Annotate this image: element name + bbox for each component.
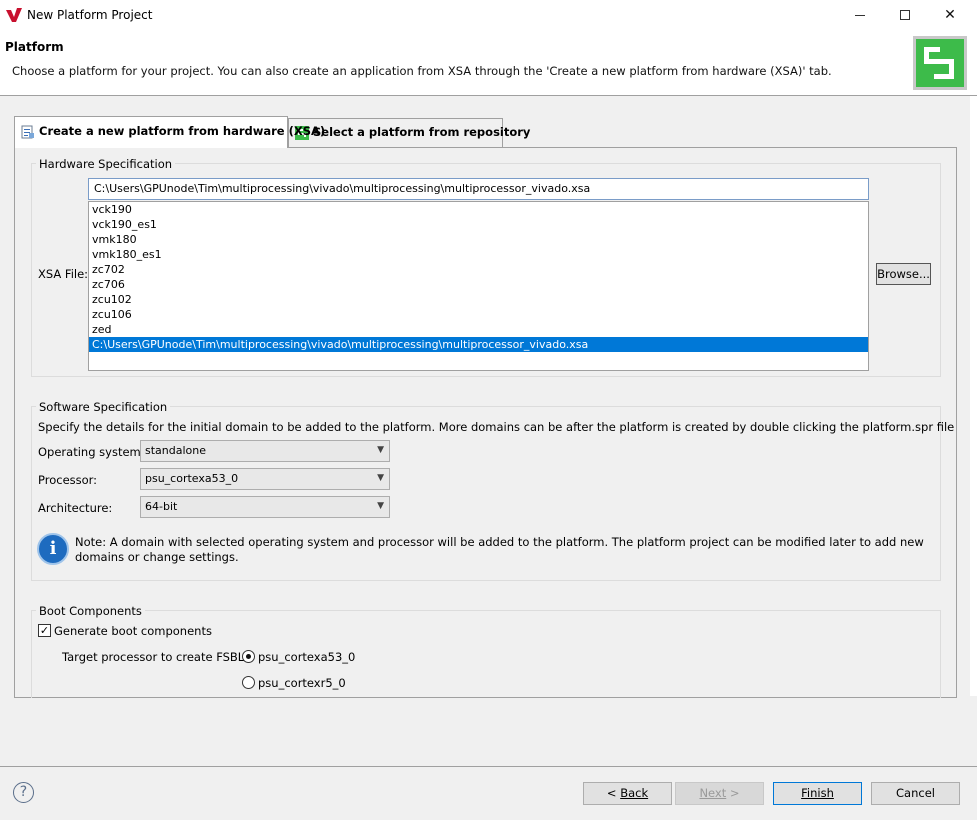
tab-create-from-xsa[interactable]: Create a new platform from hardware (XSA… bbox=[14, 116, 325, 148]
generate-boot-label: Generate boot components bbox=[54, 624, 212, 638]
software-spec-description: Specify the details for the initial doma… bbox=[38, 420, 955, 434]
xsa-option[interactable]: vmk180_es1 bbox=[89, 247, 868, 262]
background-edge bbox=[970, 96, 977, 696]
note-text: Note: A domain with selected operating s… bbox=[75, 535, 924, 564]
xsa-option[interactable]: zed bbox=[89, 322, 868, 337]
page-description: Choose a platform for your project. You … bbox=[12, 64, 832, 78]
xsa-option[interactable]: vck190 bbox=[89, 202, 868, 217]
xsa-option[interactable]: zcu102 bbox=[89, 292, 868, 307]
finish-label: Finish bbox=[801, 786, 834, 800]
cancel-button[interactable]: Cancel bbox=[871, 782, 960, 805]
window-title: New Platform Project bbox=[27, 8, 153, 22]
processor-value: psu_cortexa53_0 bbox=[145, 472, 239, 485]
boot-components-label: Boot Components bbox=[36, 604, 145, 618]
xsa-dropdown-list[interactable]: vck190 vck190_es1 vmk180 vmk180_es1 zc70… bbox=[88, 201, 869, 371]
tab-label: Select a platform from repository bbox=[313, 125, 531, 139]
vitis-app-icon bbox=[6, 8, 22, 22]
wizard-banner: Platform Choose a platform for your proj… bbox=[0, 30, 977, 96]
radio-selected-dot bbox=[246, 654, 251, 659]
title-bar: New Platform Project ✕ bbox=[0, 0, 977, 30]
processor-label: Processor: bbox=[38, 473, 98, 487]
hardware-spec-label: Hardware Specification bbox=[36, 157, 176, 171]
os-select[interactable]: standalone ▼ bbox=[140, 440, 390, 462]
xsa-option[interactable]: zc706 bbox=[89, 277, 868, 292]
footer-separator bbox=[0, 766, 977, 767]
chevron-down-icon: ▼ bbox=[377, 501, 384, 511]
xsa-option[interactable]: vck190_es1 bbox=[89, 217, 868, 232]
platform-logo-icon bbox=[913, 36, 967, 90]
info-icon: i bbox=[37, 533, 69, 565]
close-icon: ✕ bbox=[944, 7, 956, 23]
xsa-option[interactable]: vmk180 bbox=[89, 232, 868, 247]
architecture-label: Architecture: bbox=[38, 501, 113, 515]
xsa-option-selected[interactable]: C:\Users\GPUnode\Tim\multiprocessing\viv… bbox=[89, 337, 868, 352]
fsbl-option-cortexa53: psu_cortexa53_0 bbox=[258, 650, 356, 664]
tab-label: Create a new platform from hardware (XSA… bbox=[39, 124, 326, 138]
next-label: Next bbox=[699, 786, 727, 800]
generate-boot-checkbox[interactable]: ✓ bbox=[38, 624, 51, 637]
fsbl-radio-cortexa53[interactable] bbox=[242, 650, 255, 663]
xsa-option[interactable]: zcu106 bbox=[89, 307, 868, 322]
xsa-file-label: XSA File: bbox=[38, 267, 89, 281]
maximize-icon bbox=[900, 10, 910, 20]
os-value: standalone bbox=[145, 444, 207, 457]
minimize-button[interactable] bbox=[837, 0, 883, 30]
page-title: Platform bbox=[5, 40, 64, 54]
maximize-button[interactable] bbox=[882, 0, 928, 30]
browse-button[interactable]: Browse... bbox=[876, 263, 931, 285]
back-label: Back bbox=[620, 786, 649, 800]
hardware-file-icon bbox=[21, 125, 34, 138]
processor-select[interactable]: psu_cortexa53_0 ▼ bbox=[140, 468, 390, 490]
back-button[interactable]: < Back bbox=[583, 782, 672, 805]
help-icon[interactable]: ? bbox=[13, 782, 34, 803]
chevron-down-icon: ▼ bbox=[377, 473, 384, 483]
finish-button[interactable]: Finish bbox=[773, 782, 862, 805]
close-button[interactable]: ✕ bbox=[927, 0, 973, 30]
architecture-select[interactable]: 64-bit ▼ bbox=[140, 496, 390, 518]
next-button[interactable]: Next > bbox=[675, 782, 764, 805]
software-spec-label: Software Specification bbox=[36, 400, 171, 414]
minimize-icon bbox=[855, 14, 865, 16]
xsa-option[interactable]: zc702 bbox=[89, 262, 868, 277]
os-label: Operating system: bbox=[38, 445, 145, 459]
xsa-file-input[interactable]: C:\Users\GPUnode\Tim\multiprocessing\viv… bbox=[88, 178, 869, 200]
fsbl-radio-cortexr5[interactable] bbox=[242, 676, 255, 689]
architecture-value: 64-bit bbox=[145, 500, 178, 513]
fsbl-target-label: Target processor to create FSBL: bbox=[62, 650, 249, 664]
chevron-down-icon: ▼ bbox=[377, 445, 384, 455]
fsbl-option-cortexr5: psu_cortexr5_0 bbox=[258, 676, 346, 690]
